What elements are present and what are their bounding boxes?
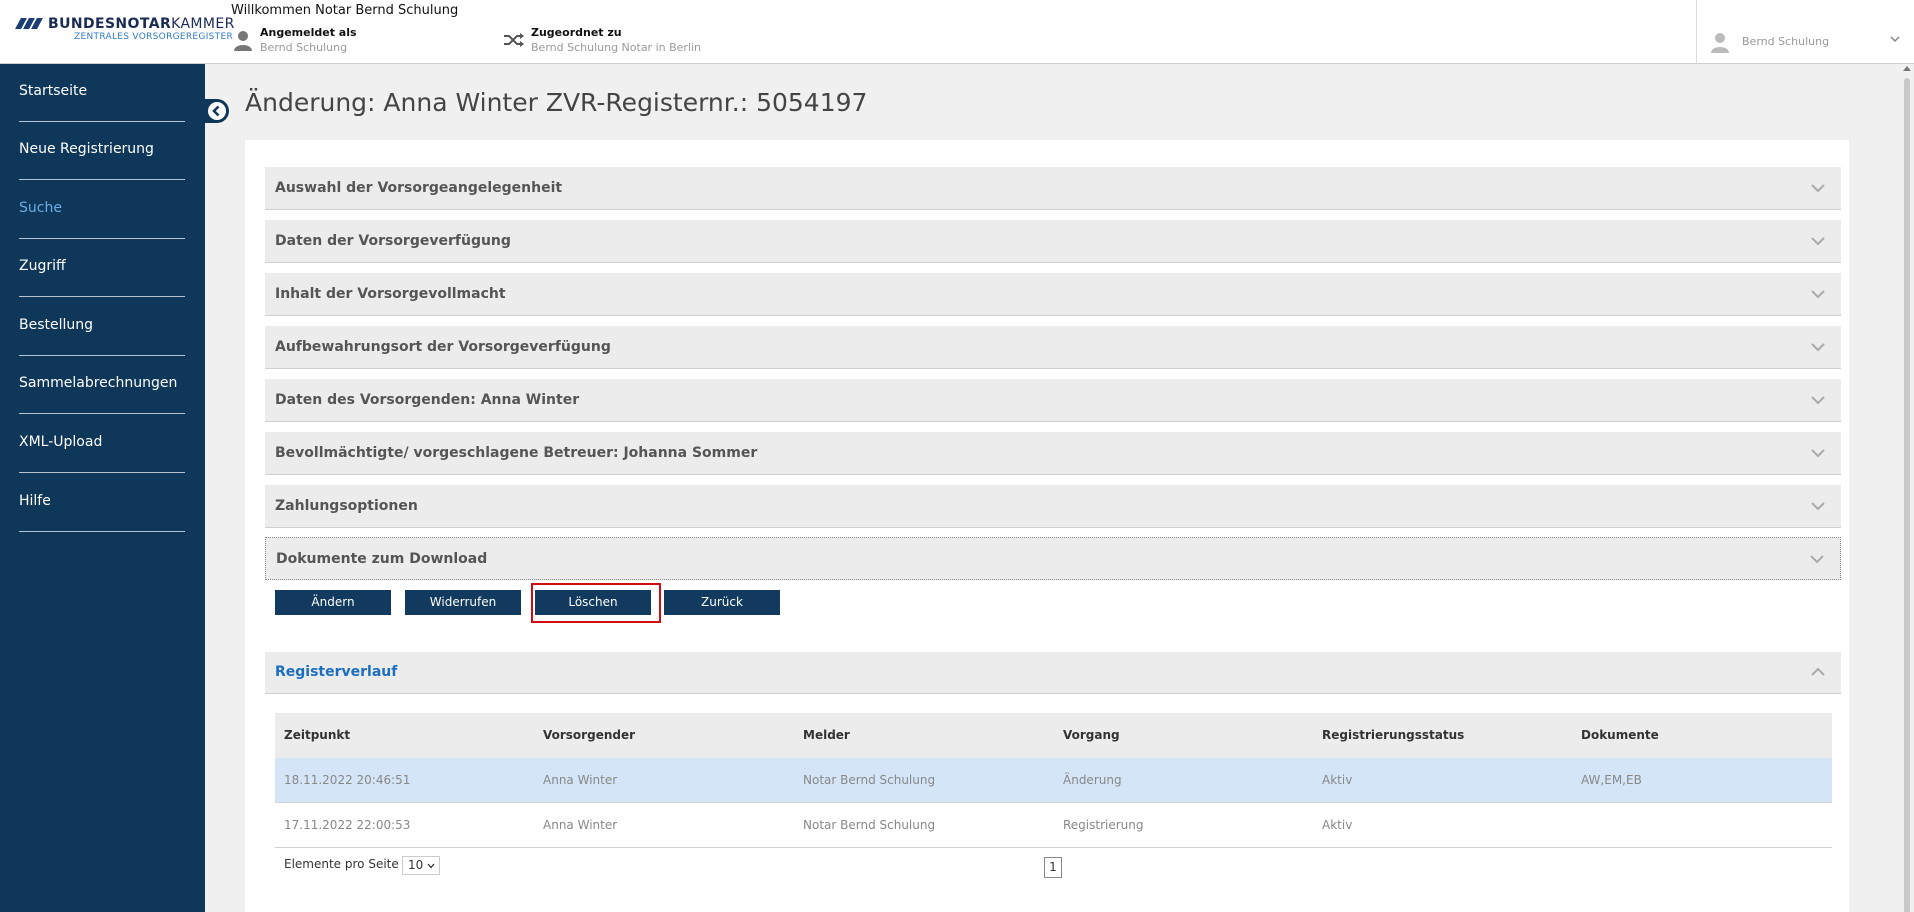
history-table: Zeitpunkt Vorsorgender Melder Vorgang Re…	[275, 713, 1832, 848]
assigned-label: Zugeordnet zu	[531, 26, 622, 39]
chevron-down-icon	[1811, 343, 1825, 352]
sidebar-item-sammelabrechnungen[interactable]: Sammelabrechnungen	[19, 356, 185, 414]
table-row[interactable]: 17.11.2022 22:00:53 Anna Winter Notar Be…	[275, 803, 1832, 848]
items-per-page-value: 10	[408, 858, 424, 872]
sidebar-item-hilfe[interactable]: Hilfe	[19, 474, 185, 532]
edit-button[interactable]: Ändern	[275, 590, 391, 615]
cell-vorsorgender: Anna Winter	[543, 818, 618, 832]
logged-in-label: Angemeldet als	[260, 26, 357, 39]
delete-button[interactable]: Löschen	[535, 590, 651, 615]
accordion-daten-vorsorgeverfuegung[interactable]: Daten der Vorsorgeverfügung	[265, 220, 1841, 263]
accordion-dokumente-download[interactable]: Dokumente zum Download	[265, 537, 1841, 580]
sidebar-item-neue-registrierung[interactable]: Neue Registrierung	[19, 122, 185, 180]
pagination-page-1[interactable]: 1	[1044, 857, 1062, 878]
chevron-left-circle-icon	[208, 102, 226, 120]
accordion-bevollmaechtigte[interactable]: Bevollmächtigte/ vorgeschlagene Betreuer…	[265, 432, 1841, 475]
sidebar-item-bestellung[interactable]: Bestellung	[19, 298, 185, 356]
column-header-registrierungsstatus[interactable]: Registrierungsstatus	[1322, 728, 1464, 742]
vertical-scrollbar[interactable]	[1900, 64, 1914, 912]
cell-melder: Notar Bernd Schulung	[803, 773, 936, 787]
revoke-button[interactable]: Widerrufen	[405, 590, 521, 615]
cell-zeitpunkt: 17.11.2022 22:00:53	[284, 818, 411, 832]
sidebar-item-zugriff[interactable]: Zugriff	[19, 239, 185, 297]
welcome-text: Willkommen Notar Bernd Schulung	[231, 3, 459, 18]
logo-stripes-icon	[15, 18, 43, 29]
cell-dokumente: AW,EM,EB	[1581, 773, 1642, 787]
sidebar-item-startseite[interactable]: Startseite	[19, 64, 185, 122]
person-icon	[1711, 33, 1729, 53]
items-per-page-label: Elemente pro Seite	[284, 857, 399, 871]
column-header-vorgang[interactable]: Vorgang	[1063, 728, 1120, 742]
cell-vorgang: Änderung	[1063, 773, 1122, 787]
cell-vorsorgender: Anna Winter	[543, 773, 618, 787]
top-header: BUNDESNOTARKAMMER ZENTRALES VORSORGEREGI…	[0, 0, 1914, 64]
cell-vorgang: Registrierung	[1063, 818, 1144, 832]
accordion-daten-vorsorgender[interactable]: Daten des Vorsorgenden: Anna Winter	[265, 379, 1841, 422]
sidebar-collapse-button[interactable]	[205, 99, 229, 123]
table-row[interactable]: 18.11.2022 20:46:51 Anna Winter Notar Be…	[275, 758, 1832, 803]
logo-subtitle: ZENTRALES VORSORGEREGISTER	[74, 32, 233, 42]
accordion-aufbewahrungsort[interactable]: Aufbewahrungsort der Vorsorgeverfügung	[265, 326, 1841, 369]
shuffle-icon	[504, 33, 524, 47]
chevron-down-icon	[427, 863, 435, 869]
registerverlauf-title: Registerverlauf	[275, 664, 398, 680]
chevron-down-icon	[1811, 449, 1825, 458]
chevron-down-icon	[1811, 396, 1825, 405]
scrollbar-thumb[interactable]	[1904, 78, 1910, 912]
back-button[interactable]: Zurück	[664, 590, 780, 615]
user-menu-name: Bernd Schulung	[1742, 35, 1830, 48]
page-title: Änderung: Anna Winter ZVR-Registernr.: 5…	[245, 88, 868, 117]
cell-melder: Notar Bernd Schulung	[803, 818, 936, 832]
chevron-down-icon	[1811, 290, 1825, 299]
cell-status: Aktiv	[1322, 773, 1353, 787]
column-header-zeitpunkt[interactable]: Zeitpunkt	[284, 728, 350, 742]
sidebar-item-xml-upload[interactable]: XML-Upload	[19, 415, 185, 473]
logged-in-value: Bernd Schulung	[260, 41, 348, 54]
accordion-auswahl-vorsorgeangelegenheit[interactable]: Auswahl der Vorsorgeangelegenheit	[265, 167, 1841, 210]
chevron-up-icon	[1811, 667, 1825, 676]
assigned-value: Bernd Schulung Notar in Berlin	[531, 41, 702, 54]
items-per-page-select[interactable]: 10	[402, 856, 440, 875]
accordion-zahlungsoptionen[interactable]: Zahlungsoptionen	[265, 485, 1841, 528]
user-menu[interactable]: Bernd Schulung	[1696, 0, 1914, 63]
bundesnotarkammer-logo[interactable]: BUNDESNOTARKAMMER ZENTRALES VORSORGEREGI…	[15, 16, 234, 46]
scroll-up-arrow-icon[interactable]	[1903, 66, 1911, 71]
column-header-dokumente[interactable]: Dokumente	[1581, 728, 1659, 742]
chevron-down-icon	[1811, 237, 1825, 246]
table-header-row: Zeitpunkt Vorsorgender Melder Vorgang Re…	[275, 713, 1832, 758]
cell-status: Aktiv	[1322, 818, 1353, 832]
column-header-vorsorgender[interactable]: Vorsorgender	[543, 728, 635, 742]
accordion-registerverlauf[interactable]: Registerverlauf	[265, 652, 1841, 694]
accordion-inhalt-vorsorgevollmacht[interactable]: Inhalt der Vorsorgevollmacht	[265, 273, 1841, 316]
chevron-down-icon	[1890, 36, 1900, 43]
chevron-down-icon	[1811, 184, 1825, 193]
chevron-down-icon	[1810, 555, 1824, 564]
column-header-melder[interactable]: Melder	[803, 728, 850, 742]
chevron-down-icon	[1811, 502, 1825, 511]
person-icon	[234, 31, 252, 51]
logo-brand: BUNDESNOTARKAMMER	[48, 16, 235, 32]
sidebar-item-suche[interactable]: Suche	[19, 181, 185, 239]
cell-zeitpunkt: 18.11.2022 20:46:51	[284, 773, 411, 787]
sidebar: Startseite Neue Registrierung Suche Zugr…	[0, 64, 205, 912]
